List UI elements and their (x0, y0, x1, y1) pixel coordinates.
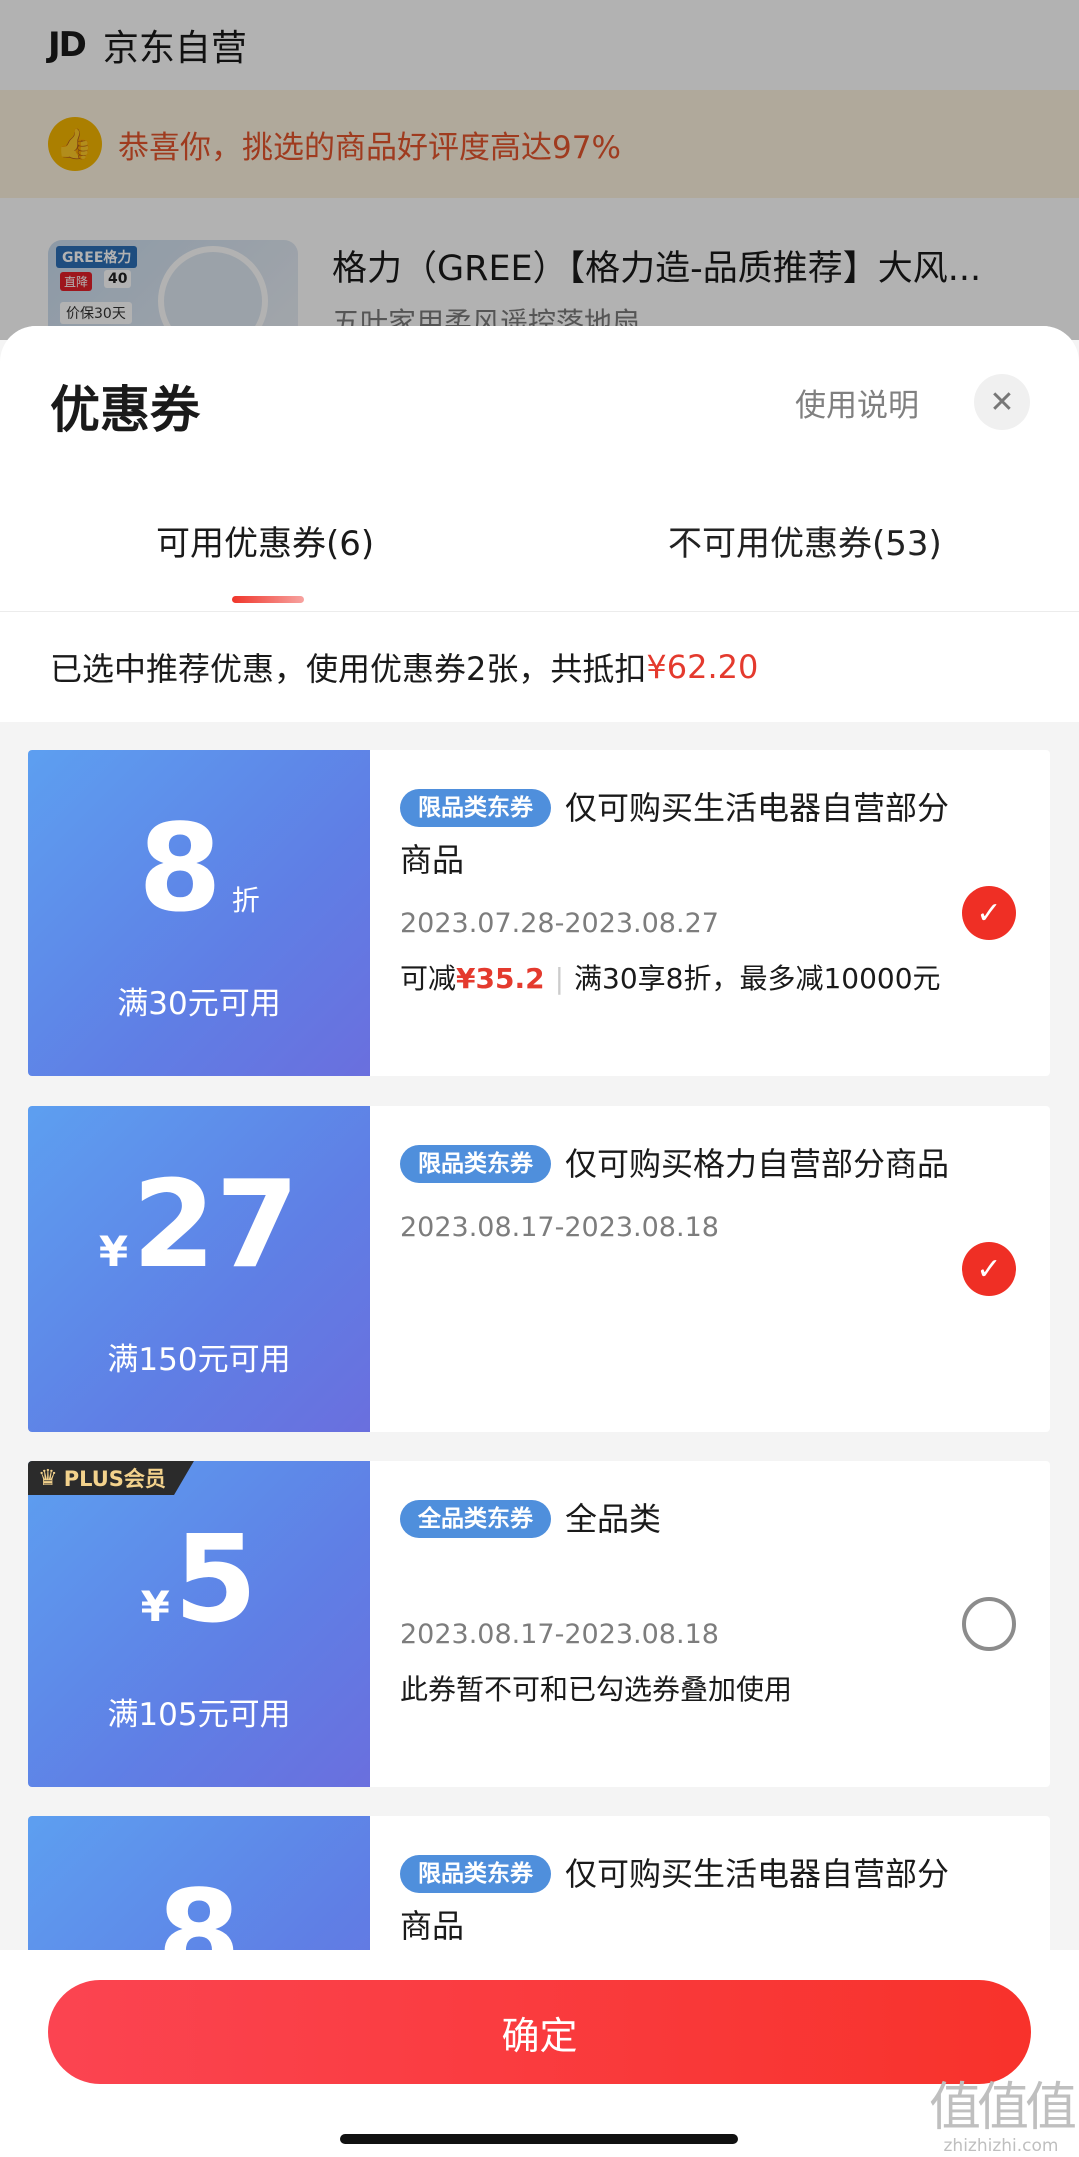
coupon-date: 2023.08.17-2023.08.18 (400, 1212, 719, 1243)
coupon-desc-rest: 满30享8折，最多减10000元 (574, 962, 941, 995)
coupon-desc-prefix: 可减 (400, 962, 457, 995)
watermark-logo: 值值值 (928, 2078, 1077, 2138)
sheet-title: 优惠券 (50, 381, 200, 439)
divider: | (554, 962, 565, 995)
usage-instructions-link[interactable]: 使用说明 (795, 380, 919, 425)
coupon-unit: 折 (231, 884, 260, 917)
home-indicator (340, 2134, 738, 2144)
coupon-title: 全品类东券 全品类 (400, 1493, 960, 1545)
coupon-amount: 27 (132, 1156, 300, 1295)
coupon-currency: ¥ (98, 1227, 129, 1276)
bottom-bar: 确定 (0, 1950, 1079, 2157)
coupon-tabs: 可用优惠券(6) 不可用优惠券(53) (0, 516, 1079, 612)
crown-icon: ♛ (38, 1465, 58, 1491)
dim-overlay[interactable] (0, 0, 1079, 340)
coupon-card[interactable]: ¥27 满150元可用 限品类东券 仅可购买格力自营部分商品 2023.08.17… (28, 1106, 1050, 1432)
coupon-title-text: 仅可购买格力自营部分商品 (565, 1145, 950, 1183)
sheet-header: 优惠券 使用说明 ✕ 可用优惠券(6) 不可用优惠券(53) (0, 326, 1079, 612)
coupon-tag: 限品类东券 (400, 1855, 551, 1893)
coupon-value-panel: 8折 满30元可用 (28, 750, 370, 1076)
coupon-title: 限品类东券 仅可购买生活电器自营部分商品 (400, 782, 960, 886)
coupon-title-text: 全品类 (565, 1500, 662, 1538)
coupon-tag: 限品类东券 (400, 789, 551, 827)
tab-active-indicator (232, 596, 304, 603)
coupon-desc: 可减¥35.2 | 满30享8折，最多减10000元 (400, 957, 960, 997)
coupon-condition: 满105元可用 (107, 1697, 291, 1733)
confirm-button[interactable]: 确定 (48, 1980, 1031, 2084)
plus-member-badge: ♛ PLUS会员 (28, 1461, 194, 1495)
coupon-tag: 限品类东券 (400, 1145, 551, 1183)
coupon-title: 限品类东券 仅可购买生活电器自营部分商品 (400, 1848, 960, 1952)
close-icon: ✕ (989, 384, 1015, 420)
coupon-tag: 全品类东券 (400, 1500, 551, 1538)
watermark: 值值值 zhizhizhi.com (926, 2078, 1077, 2156)
checked-icon[interactable]: ✓ (962, 886, 1016, 940)
coupon-card[interactable]: ♛ PLUS会员 ¥5 满105元可用 全品类东券 全品类 2023.08.17-2… (28, 1461, 1050, 1787)
selection-summary: 已选中推荐优惠，使用优惠券2张，共抵扣 ¥62.20 (0, 612, 1079, 722)
watermark-url: zhizhizhi.com (943, 2136, 1059, 2156)
coupon-currency: ¥ (140, 1582, 170, 1631)
coupon-value-panel: ¥27 满150元可用 (28, 1106, 370, 1432)
plus-badge-label: PLUS会员 (63, 1467, 166, 1491)
coupon-desc: 此券暂不可和已勾选券叠加使用 (400, 1673, 793, 1706)
coupon-condition: 满30元可用 (117, 986, 281, 1022)
coupon-card[interactable]: 8折 满30元可用 限品类东券 仅可购买生活电器自营部分商品 2023.07.28… (28, 750, 1050, 1076)
coupon-date: 2023.08.17-2023.08.18 (400, 1619, 719, 1650)
close-button[interactable]: ✕ (974, 374, 1030, 430)
coupon-date: 2023.07.28-2023.08.27 (400, 908, 719, 939)
summary-text: 已选中推荐优惠，使用优惠券2张，共抵扣 (50, 650, 647, 688)
checked-icon[interactable]: ✓ (962, 1242, 1016, 1296)
coupon-title: 限品类东券 仅可购买格力自营部分商品 (400, 1138, 960, 1190)
tab-unavailable[interactable]: 不可用优惠券(53) (668, 516, 942, 565)
coupon-amount: 5 (173, 1511, 258, 1650)
coupon-amount: 8 (138, 800, 222, 939)
unchecked-circle-icon[interactable] (962, 1597, 1016, 1651)
coupon-value-panel: ¥5 满105元可用 (28, 1461, 370, 1787)
tab-available[interactable]: 可用优惠券(6) (156, 516, 374, 565)
coupon-condition: 满150元可用 (107, 1342, 291, 1378)
coupon-desc-amount: ¥35.2 (456, 962, 545, 995)
summary-amount: ¥62.20 (646, 648, 759, 686)
